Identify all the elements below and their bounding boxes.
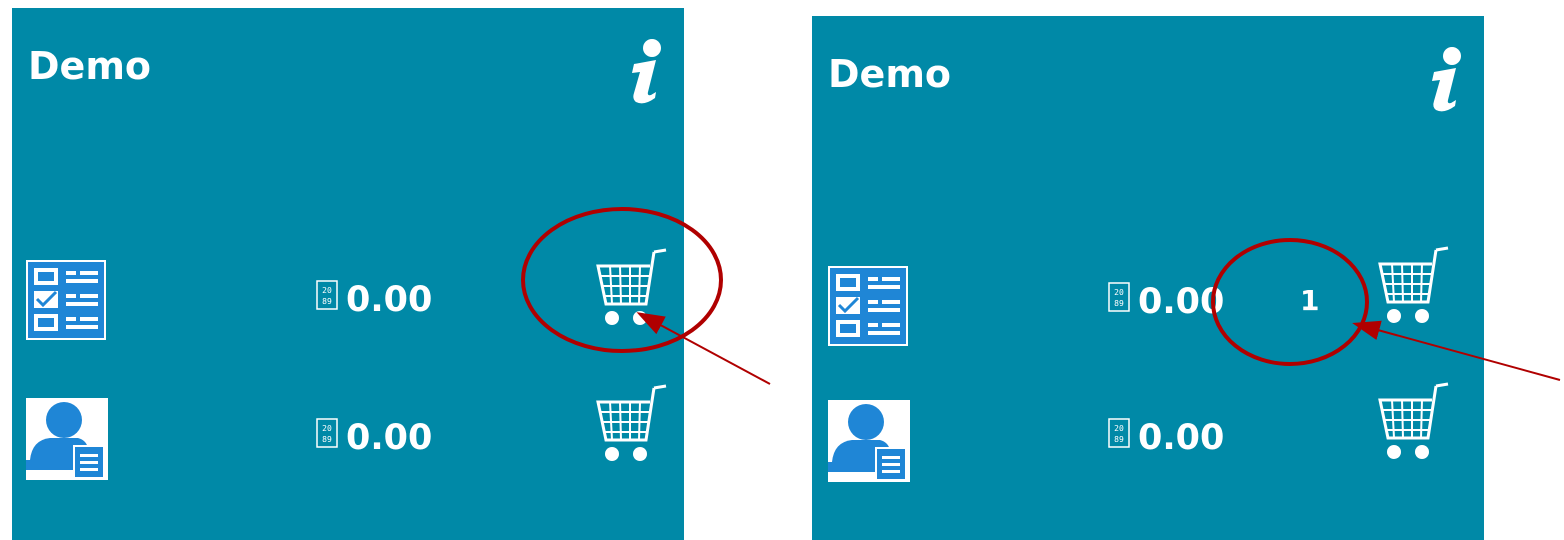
checklist-icon[interactable] xyxy=(26,260,106,344)
svg-text:20: 20 xyxy=(322,424,332,433)
svg-text:89: 89 xyxy=(322,297,332,306)
svg-text:89: 89 xyxy=(322,435,332,444)
checklist-icon[interactable] xyxy=(828,266,908,350)
number-icon: 20 89 xyxy=(316,280,338,310)
svg-text:20: 20 xyxy=(322,286,332,295)
demo-tile-before: Demo 20 89 0.00 20 89 0.00 xyxy=(12,8,684,540)
list-item: 20 89 0.00 xyxy=(12,384,684,484)
svg-text:20: 20 xyxy=(1114,288,1124,297)
svg-text:20: 20 xyxy=(1114,424,1124,433)
list-item: 20 89 0.00 xyxy=(812,382,1484,486)
number-icon: 20 89 xyxy=(1108,282,1130,312)
cart-count-badge: 1 xyxy=(1300,284,1320,317)
list-item: 20 89 0.00 xyxy=(12,248,684,346)
user-list-icon[interactable] xyxy=(828,400,910,484)
amount-value: 0.00 xyxy=(346,418,433,458)
svg-text:89: 89 xyxy=(1114,299,1124,308)
info-icon[interactable] xyxy=(624,36,668,106)
info-icon[interactable] xyxy=(1424,44,1468,114)
shopping-cart-icon[interactable] xyxy=(584,248,670,330)
amount-value: 0.00 xyxy=(1138,282,1225,322)
shopping-cart-icon[interactable] xyxy=(1366,382,1452,464)
tile-title: Demo xyxy=(28,44,152,88)
svg-text:89: 89 xyxy=(1114,435,1124,444)
list-item: 20 89 0.00 1 xyxy=(812,246,1484,356)
tile-title: Demo xyxy=(828,52,952,96)
demo-tile-after: Demo 20 89 0.00 1 20 89 0.00 xyxy=(812,16,1484,540)
user-list-icon[interactable] xyxy=(26,398,108,482)
amount-value: 0.00 xyxy=(346,280,433,320)
amount-value: 0.00 xyxy=(1138,418,1225,458)
screenshot-stage: Demo 20 89 0.00 20 89 0.00 Demo 20 89 0.… xyxy=(0,0,1564,540)
shopping-cart-icon[interactable] xyxy=(1366,246,1452,328)
number-icon: 20 89 xyxy=(316,418,338,448)
number-icon: 20 89 xyxy=(1108,418,1130,448)
shopping-cart-icon[interactable] xyxy=(584,384,670,466)
